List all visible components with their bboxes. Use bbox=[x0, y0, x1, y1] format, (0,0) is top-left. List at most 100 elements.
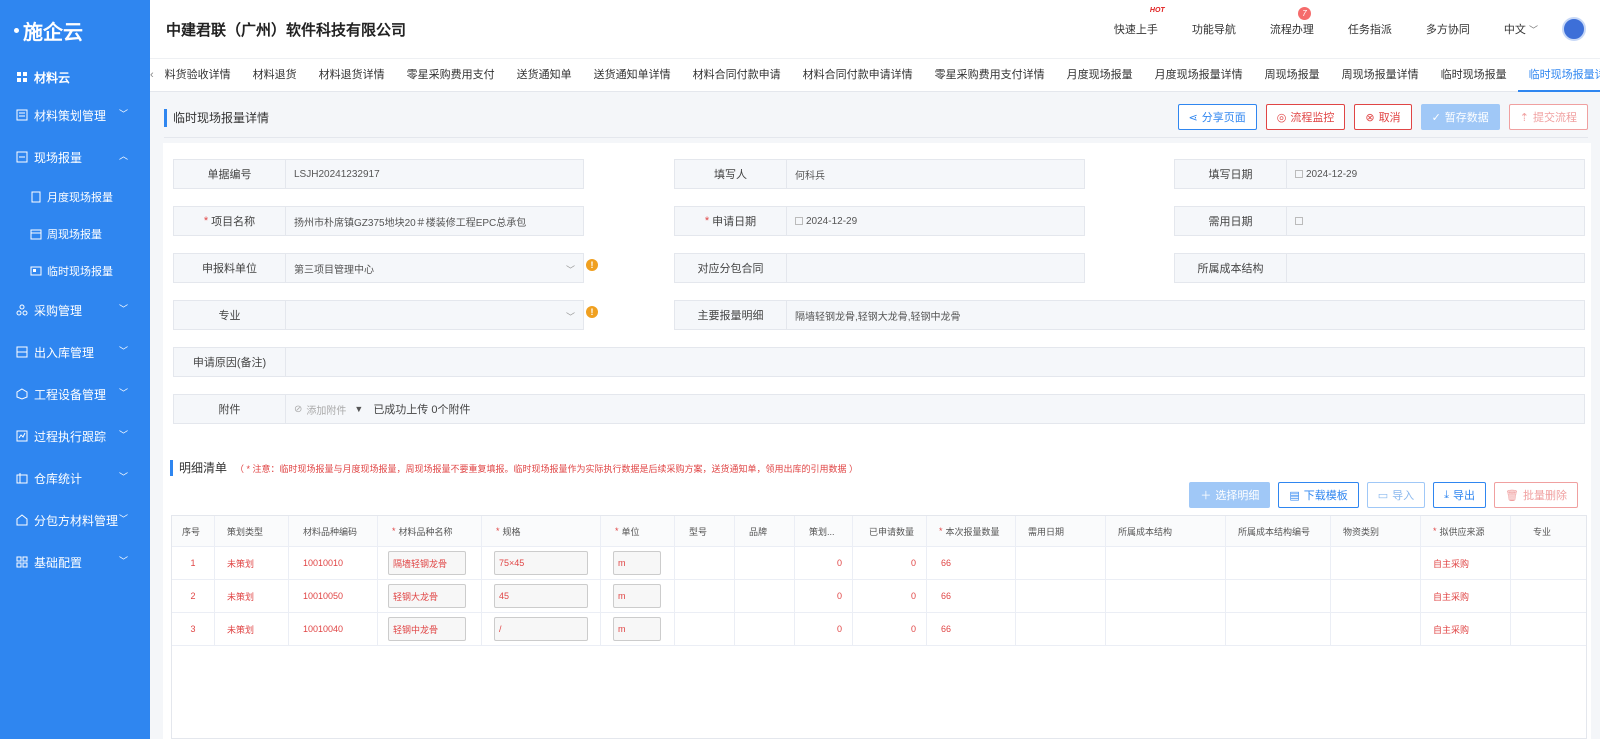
tab-item[interactable]: 送货通知单 bbox=[506, 58, 583, 92]
plan-type: 未策划 bbox=[215, 580, 289, 612]
select-detail-button[interactable]: ＋选择明细 bbox=[1189, 482, 1271, 508]
unit-input[interactable]: m bbox=[613, 584, 661, 608]
model-cell bbox=[675, 547, 735, 579]
material-name-input[interactable]: 轻钢大龙骨 bbox=[388, 584, 466, 608]
tab-item[interactable]: 零星采购费用支付详情 bbox=[924, 58, 1056, 92]
tab-item[interactable]: 临时现场报量 bbox=[1430, 58, 1518, 92]
field-label: 填写人 bbox=[674, 159, 786, 189]
sidebar-item-plan[interactable]: 材料策划管理 ﹀ bbox=[0, 94, 150, 136]
download-template-label: 下载模板 bbox=[1303, 490, 1348, 502]
cancel-button[interactable]: ⊗ 取消 bbox=[1354, 104, 1412, 130]
logo-text: 施企云 bbox=[23, 19, 83, 44]
share-button[interactable]: ⋖ 分享页面 bbox=[1177, 104, 1257, 130]
column-header: 已申请数量 bbox=[853, 516, 927, 546]
need-date-cell[interactable] bbox=[1016, 613, 1106, 645]
caret-down-icon[interactable]: ▼ bbox=[354, 404, 363, 414]
chevron-down-icon: ﹀ bbox=[118, 556, 128, 566]
collab-link[interactable]: 多方协同 bbox=[1426, 21, 1470, 37]
chevron-down-icon: ﹀ bbox=[118, 388, 128, 398]
sidebar-sub-monthly[interactable]: 月度现场报量 bbox=[0, 178, 150, 215]
sidebar-item-purchase[interactable]: 采购管理 ﹀ bbox=[0, 289, 150, 331]
sidebar-item-subcontract[interactable]: 分包方材料管理 ﹀ bbox=[0, 499, 150, 541]
required-mark: * bbox=[704, 215, 710, 227]
table-header: 序号 策划类型 材料品种编码 * 材料品种名称 * 规格 * 单位 型号 品牌 策划.… bbox=[172, 516, 1586, 547]
reason-textarea[interactable] bbox=[285, 347, 1585, 377]
sidebar-item-label: 现场报量 bbox=[34, 150, 83, 165]
tab-item[interactable]: 料货验收详情 bbox=[154, 58, 242, 92]
avatar[interactable] bbox=[1562, 17, 1586, 41]
tab-item[interactable]: 月度现场报量 bbox=[1056, 58, 1144, 92]
tab-item[interactable]: 送货通知单详情 bbox=[583, 58, 682, 92]
tab-item[interactable]: 月度现场报量详情 bbox=[1144, 58, 1254, 92]
batch-delete-button[interactable]: 🗑 批量删除 bbox=[1494, 482, 1578, 508]
column-header-text: 规格 bbox=[502, 526, 521, 537]
apply-date-input[interactable]: 2024-12-29 bbox=[786, 206, 1085, 236]
quick-start-link[interactable]: HOT 快速上手 bbox=[1114, 7, 1165, 37]
tab-item[interactable]: 周现场报量详情 bbox=[1331, 58, 1430, 92]
field-doc-no: 单据编号 LSJH20241232917 bbox=[173, 159, 584, 189]
column-header: 专业 bbox=[1533, 526, 1552, 537]
table-row[interactable]: 1 未策划 10010010 隔墙轻钢龙骨 75×45 m 0 0 66 自主采… bbox=[172, 547, 1586, 580]
fill-date-input[interactable]: 2024-12-29 bbox=[1286, 159, 1585, 189]
tab-item[interactable]: 零星采购费用支付 bbox=[396, 58, 506, 92]
language-select[interactable]: 中文 ﹀ bbox=[1504, 21, 1538, 37]
export-button[interactable]: ⤓ 导出 bbox=[1433, 482, 1487, 508]
attachment-status: 已成功上传 0个附件 bbox=[373, 404, 471, 416]
unit-input[interactable]: m bbox=[613, 551, 661, 575]
material-name-input[interactable]: 隔墙轻钢龙骨 bbox=[388, 551, 466, 575]
sidebar-item-warehouse-io[interactable]: 出入库管理 ﹀ bbox=[0, 331, 150, 373]
submit-label: 提交流程 bbox=[1533, 112, 1577, 124]
warning-icon: ! bbox=[586, 259, 598, 271]
need-date-cell[interactable] bbox=[1016, 580, 1106, 612]
supply-source[interactable]: 自主采购 bbox=[1421, 613, 1511, 645]
report-qty[interactable]: 66 bbox=[927, 613, 1016, 645]
supply-source[interactable]: 自主采购 bbox=[1421, 580, 1511, 612]
sidebar-item-site-report[interactable]: 现场报量 ︿ bbox=[0, 136, 150, 178]
tab-item[interactable]: 材料退货 bbox=[242, 58, 308, 92]
required-mark: * bbox=[203, 215, 209, 227]
sidebar-item-stats[interactable]: 仓库统计 ﹀ bbox=[0, 457, 150, 499]
save-draft-button[interactable]: ✓ 暂存数据 bbox=[1420, 104, 1500, 130]
download-template-button[interactable]: ▤ 下载模板 bbox=[1278, 482, 1359, 508]
row-no: 1 bbox=[172, 547, 215, 579]
unit-select[interactable]: 第三项目管理中心 ﹀ bbox=[285, 253, 584, 283]
major-select[interactable]: ﹀ bbox=[285, 300, 584, 330]
spec-input[interactable]: 75×45 bbox=[494, 551, 588, 575]
sidebar-item-track[interactable]: 过程执行跟踪 ﹀ bbox=[0, 415, 150, 457]
monitor-button[interactable]: ◎ 流程监控 bbox=[1265, 104, 1346, 130]
need-date-input[interactable] bbox=[1286, 206, 1585, 236]
spec-input[interactable]: / bbox=[494, 617, 588, 641]
material-name-input[interactable]: 轻钢中龙骨 bbox=[388, 617, 466, 641]
add-attachment-button[interactable]: 添加附件 bbox=[306, 402, 346, 417]
report-qty[interactable]: 66 bbox=[927, 547, 1016, 579]
report-qty[interactable]: 66 bbox=[927, 580, 1016, 612]
material-code: 10010040 bbox=[289, 613, 378, 645]
unit-input[interactable]: m bbox=[613, 617, 661, 641]
app-logo[interactable]: 施企云 bbox=[0, 0, 150, 60]
process-link[interactable]: 7 流程办理 bbox=[1270, 7, 1314, 37]
sidebar-item-home[interactable]: 材料云 bbox=[0, 60, 150, 94]
table-row[interactable]: 3 未策划 10010040 轻钢中龙骨 / m 0 0 66 自主采购 bbox=[172, 613, 1586, 646]
chevron-down-icon: ﹀ bbox=[118, 430, 128, 440]
tab-item[interactable]: 材料合同付款申请 bbox=[682, 58, 792, 92]
plus-icon: ＋ bbox=[1200, 490, 1212, 502]
tab-item[interactable]: 周现场报量 bbox=[1254, 58, 1331, 92]
sidebar-item-equipment[interactable]: 工程设备管理 ﹀ bbox=[0, 373, 150, 415]
submit-flow-button[interactable]: ⇡ 提交流程 bbox=[1508, 104, 1588, 130]
sidebar-item-config[interactable]: 基础配置 ﹀ bbox=[0, 541, 150, 583]
supply-source[interactable]: 自主采购 bbox=[1421, 547, 1511, 579]
import-button[interactable]: ▭ 导入 bbox=[1366, 482, 1426, 508]
tab-active[interactable]: 临时现场报量详情 bbox=[1517, 58, 1600, 92]
tab-item[interactable]: 材料合同付款申请详情 bbox=[792, 58, 924, 92]
table-row[interactable]: 2 未策划 10010050 轻钢大龙骨 45 m 0 0 66 自主采购 bbox=[172, 580, 1586, 613]
function-nav-link[interactable]: 功能导航 bbox=[1192, 21, 1236, 37]
spec-input[interactable]: 45 bbox=[494, 584, 588, 608]
sidebar-sub-weekly[interactable]: 周现场报量 bbox=[0, 215, 150, 252]
spec-cell: / bbox=[482, 613, 601, 645]
tab-item[interactable]: 材料退货详情 bbox=[308, 58, 396, 92]
required-mark: * bbox=[496, 526, 500, 536]
material-category-cell bbox=[1331, 613, 1421, 645]
task-assign-link[interactable]: 任务指派 bbox=[1348, 21, 1392, 37]
need-date-cell[interactable] bbox=[1016, 547, 1106, 579]
sidebar-sub-temporary[interactable]: 临时现场报量 bbox=[0, 252, 150, 289]
